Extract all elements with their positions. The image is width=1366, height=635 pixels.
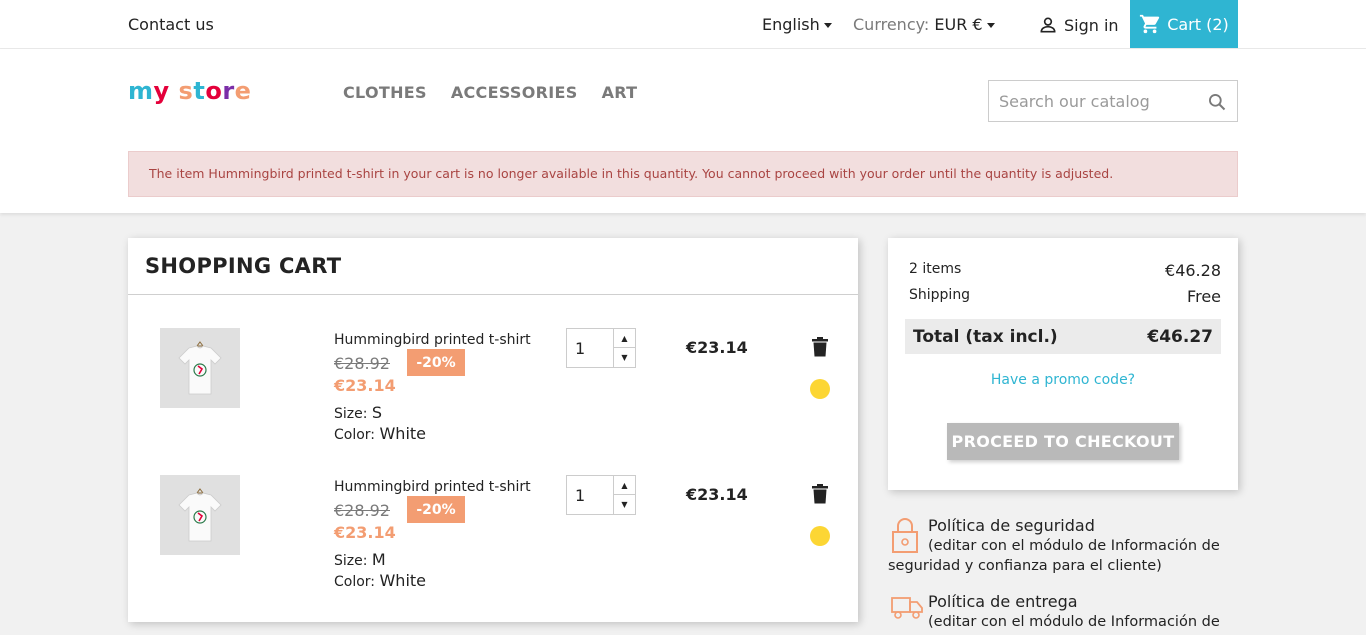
reassurance-description: (editar con el módulo de Información de …: [888, 538, 1220, 574]
product-name-link[interactable]: Hummingbird printed t-shirt: [334, 332, 531, 348]
cart-line-item: Hummingbird printed t-shirt €28.92 -20% …: [128, 328, 858, 468]
total-value: €46.27: [1147, 326, 1213, 347]
logo-letter: r: [222, 77, 235, 105]
color-value: White: [379, 424, 427, 443]
logo-letter: s: [178, 77, 194, 105]
chevron-up-icon: ▲: [621, 480, 628, 490]
items-subtotal-row: 2 items €46.28: [909, 261, 1221, 280]
shopping-cart-card: SHOPPING CART Hummingbird printed t-shir…: [128, 238, 858, 622]
reassurance-title: Política de seguridad: [928, 516, 1095, 535]
product-thumbnail[interactable]: [160, 475, 240, 555]
regular-price: €28.92: [334, 354, 390, 373]
menu-item-art[interactable]: ART: [602, 83, 638, 102]
main-menu: CLOTHES ACCESSORIES ART: [343, 83, 637, 102]
quantity-stepper: 1 ▲ ▼: [566, 328, 636, 368]
tshirt-image: [178, 341, 222, 395]
chevron-up-icon: ▲: [621, 333, 628, 343]
total-label: Total (tax incl.): [913, 326, 1058, 347]
color-attribute: Color: White: [334, 424, 426, 443]
menu-item-clothes[interactable]: CLOTHES: [343, 83, 427, 102]
chevron-down-icon: ▼: [621, 500, 628, 509]
proceed-to-checkout-button[interactable]: PROCEED TO CHECKOUT: [947, 423, 1179, 460]
sign-in-label: Sign in: [1064, 15, 1119, 35]
line-total: €23.14: [686, 485, 748, 504]
total-row: Total (tax incl.) €46.27: [905, 319, 1221, 354]
product-thumbnail[interactable]: [160, 328, 240, 408]
currency-selector[interactable]: Currency: EUR €: [853, 15, 995, 34]
logo-letter: m: [128, 77, 154, 105]
product-name-link[interactable]: Hummingbird printed t-shirt: [334, 479, 531, 495]
contact-us-link[interactable]: Contact us: [128, 15, 214, 34]
quantity-input[interactable]: 1: [575, 486, 585, 505]
currency-value: EUR €: [934, 15, 983, 34]
items-subtotal: €46.28: [1165, 261, 1221, 280]
sign-in-link[interactable]: Sign in: [1038, 15, 1119, 35]
logo-letter: y: [153, 77, 170, 105]
header: my store CLOTHES ACCESSORIES ART The ite…: [0, 49, 1366, 213]
color-label: Color:: [334, 574, 376, 590]
chevron-down-icon: [986, 23, 995, 28]
promo-code-link[interactable]: Have a promo code?: [888, 372, 1238, 388]
cart-summary-card: 2 items €46.28 Shipping Free Total (tax …: [888, 238, 1238, 490]
size-value: M: [371, 550, 386, 569]
discount-badge: -20%: [407, 349, 465, 376]
language-value: English: [762, 15, 820, 34]
shipping-label: Shipping: [909, 287, 971, 303]
logo-letter: [170, 77, 179, 105]
color-attribute: Color: White: [334, 571, 426, 590]
top-nav: Contact us English Currency: EUR € Sign …: [0, 0, 1366, 49]
search-input[interactable]: [989, 81, 1199, 121]
delete-icon[interactable]: [811, 484, 829, 508]
chevron-down-icon: ▼: [621, 353, 628, 362]
logo-letter: o: [205, 77, 223, 105]
tshirt-image: [178, 488, 222, 542]
reassurance-title: Política de entrega: [928, 592, 1078, 611]
discount-badge: -20%: [407, 496, 465, 523]
shopping-cart-icon: [1140, 14, 1160, 34]
quantity-increase-button[interactable]: ▲: [614, 476, 635, 495]
language-selector[interactable]: English: [762, 15, 832, 34]
quantity-stepper: 1 ▲ ▼: [566, 475, 636, 515]
logo-letter: e: [234, 77, 252, 105]
shipping-row: Shipping Free: [909, 287, 1221, 306]
quantity-spinner: ▲ ▼: [613, 476, 635, 514]
status-dot: [810, 526, 830, 546]
line-total: €23.14: [686, 338, 748, 357]
color-label: Color:: [334, 427, 376, 443]
cart-line-item: Hummingbird printed t-shirt €28.92 -20% …: [128, 475, 858, 615]
quantity-decrease-button[interactable]: ▼: [614, 348, 635, 367]
search-box: [988, 80, 1238, 122]
quantity-decrease-button[interactable]: ▼: [614, 495, 635, 514]
status-dot: [810, 379, 830, 399]
items-count: 2 items: [909, 261, 962, 277]
cart-title: SHOPPING CART: [128, 238, 858, 295]
size-attribute: Size: M: [334, 550, 386, 569]
cart-label: Cart (2): [1167, 14, 1229, 34]
shipping-value: Free: [1187, 287, 1221, 306]
store-logo[interactable]: my store: [128, 77, 251, 105]
reassurance-description: (editar con el módulo de Información de …: [888, 614, 1220, 635]
user-icon: [1040, 17, 1056, 33]
size-label: Size:: [334, 406, 368, 422]
quantity-spinner: ▲ ▼: [613, 329, 635, 367]
product-price: €23.14: [334, 523, 396, 542]
quantity-input[interactable]: 1: [575, 339, 585, 358]
size-value: S: [371, 403, 383, 422]
product-price: €23.14: [334, 376, 396, 395]
menu-item-accessories[interactable]: ACCESSORIES: [451, 83, 578, 102]
delete-icon[interactable]: [811, 337, 829, 361]
color-value: White: [379, 571, 427, 590]
size-label: Size:: [334, 553, 368, 569]
logo-letter: t: [193, 77, 206, 105]
cart-button[interactable]: Cart (2): [1130, 0, 1238, 48]
quantity-alert: The item Hummingbird printed t-shirt in …: [128, 151, 1238, 197]
size-attribute: Size: S: [334, 403, 382, 422]
currency-label: Currency:: [853, 15, 930, 34]
regular-price: €28.92: [334, 501, 390, 520]
chevron-down-icon: [823, 23, 832, 28]
search-icon[interactable]: [1207, 92, 1227, 116]
quantity-increase-button[interactable]: ▲: [614, 329, 635, 348]
